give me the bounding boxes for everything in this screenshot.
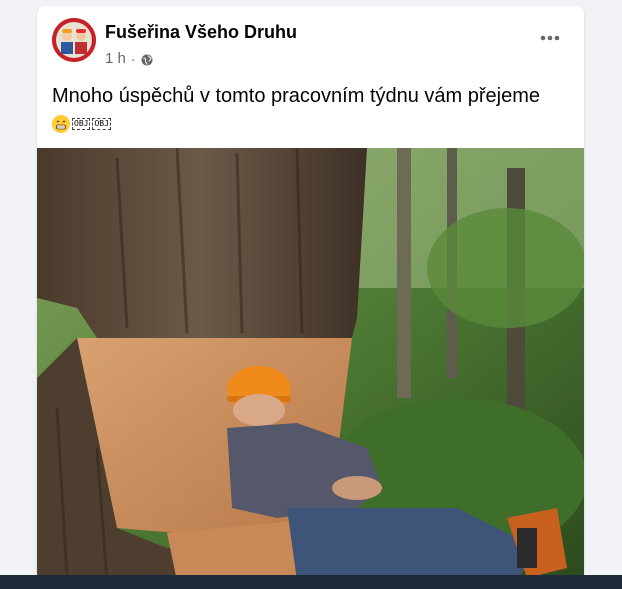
grimacing-face-emoji-icon: [52, 115, 70, 133]
avatar-image: [52, 18, 96, 62]
taskbar-strip: [0, 575, 622, 589]
more-options-button[interactable]: [536, 28, 564, 48]
object-placeholder-tag: OBJ: [92, 118, 111, 130]
post-caption: Mnoho úspěchů v tomto pracovním týdnu vá…: [52, 85, 541, 107]
post-card: Fušeřina Všeho Druhu 1 h · Mnoho úspěchů…: [37, 6, 584, 581]
object-placeholder-tag: OBJ: [72, 118, 91, 130]
globe-icon[interactable]: [141, 53, 153, 65]
meta-separator: ·: [130, 50, 136, 67]
post-video[interactable]: [37, 147, 584, 581]
feed-page: Fušeřina Všeho Druhu 1 h · Mnoho úspěchů…: [0, 0, 622, 589]
post-timestamp[interactable]: 1 h: [105, 50, 126, 67]
video-frame: [37, 147, 584, 581]
post-meta: 1 h ·: [105, 50, 153, 67]
caption-emoji-line: OBJ OBJ: [52, 112, 111, 136]
more-horizontal-icon: [540, 35, 560, 41]
post-header: Fušeřina Všeho Druhu 1 h ·: [37, 6, 584, 76]
page-name-link[interactable]: Fušeřina Všeho Druhu: [105, 22, 297, 43]
page-avatar[interactable]: [52, 18, 96, 62]
